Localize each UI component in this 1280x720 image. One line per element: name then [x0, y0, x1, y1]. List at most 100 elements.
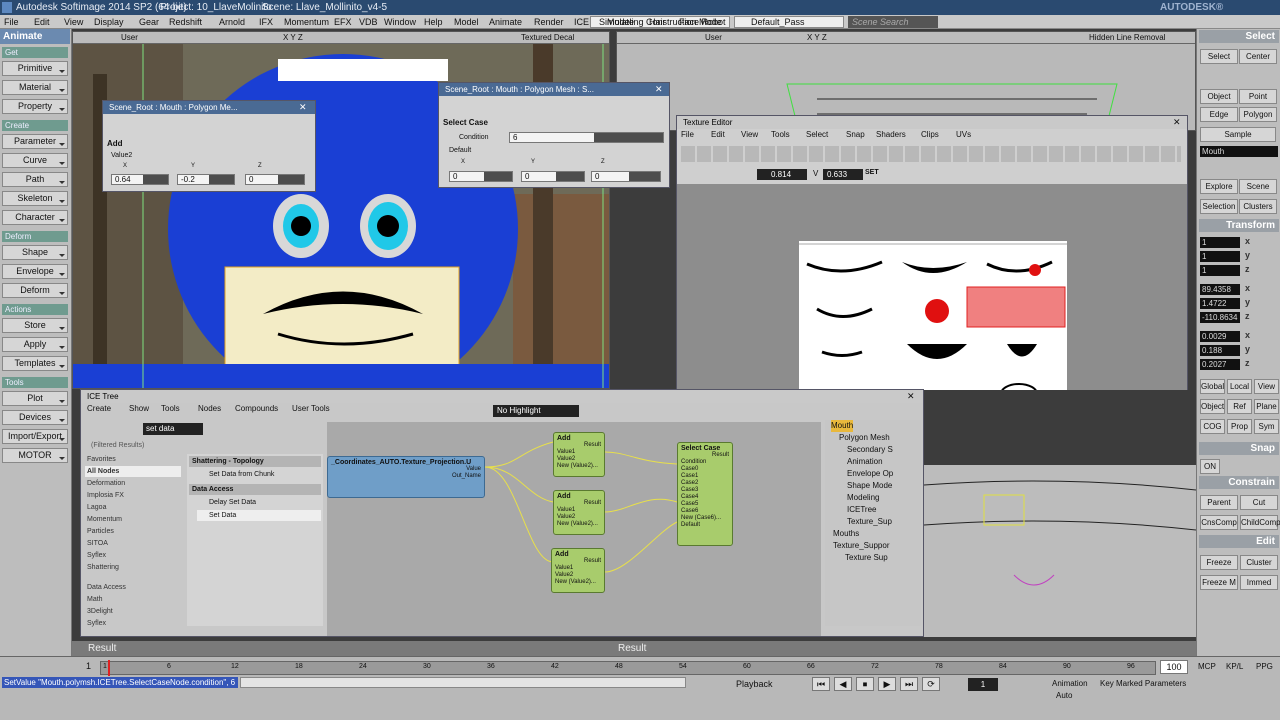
tool-parameter-button[interactable]: Parameter [2, 134, 68, 149]
explorer-item[interactable]: Mouth [831, 420, 854, 432]
add-node[interactable]: Add Result Value1 Value2 New (Value2)... [553, 490, 605, 535]
close-icon[interactable]: ✕ [907, 391, 915, 402]
viewport-b-mode[interactable]: Hidden Line Removal [1089, 32, 1166, 44]
category-item[interactable]: All Nodes [85, 466, 181, 477]
category-item[interactable]: Data Access [85, 582, 181, 593]
menu-edit[interactable]: Edit [34, 15, 50, 29]
texture-toolbar[interactable] [681, 146, 1181, 162]
translation-z-field[interactable]: 0.2027 [1200, 359, 1240, 370]
ice-graph[interactable]: _Coordinates_AUTO.Texture_Projection.U V… [327, 422, 821, 636]
node-item[interactable]: Set Data from Chunk [197, 469, 321, 480]
tool-motor-button[interactable]: MOTOR [2, 448, 68, 463]
select-port[interactable]: Case3 [681, 487, 729, 494]
select-port[interactable]: Case4 [681, 494, 729, 501]
default-x-slider[interactable]: 0 [449, 171, 513, 182]
viewport-a-mode[interactable]: Textured Decal [521, 32, 574, 44]
menu-hair[interactable]: Hair [649, 15, 666, 29]
animation-menu[interactable]: Animation [1052, 679, 1088, 688]
command-line[interactable]: SetValue "Mouth.polymsh.ICETree.SelectCa… [2, 677, 238, 688]
translation-x-field[interactable]: 0.0029 [1200, 331, 1240, 342]
constrain-cnscomp-button[interactable]: CnsComp [1200, 515, 1238, 530]
ice-menu-create[interactable]: Create [87, 404, 111, 413]
value2-port[interactable]: Value2 [557, 456, 601, 463]
select-header[interactable]: Select [1199, 30, 1279, 43]
select-port[interactable]: Case1 [681, 473, 729, 480]
menu-vdb[interactable]: VDB [359, 15, 378, 29]
out-name-port[interactable]: Out_Name [331, 473, 481, 480]
snap-on-toggle[interactable]: ON [1200, 459, 1220, 474]
add-node[interactable]: Add Result Value1 Value2 New (Value2)... [551, 548, 605, 593]
clusters-button[interactable]: Clusters [1239, 199, 1277, 214]
explorer-item[interactable]: ICETree [847, 504, 877, 516]
close-icon[interactable]: ✕ [655, 84, 663, 95]
menu-render[interactable]: Render [534, 15, 564, 29]
menu-animate[interactable]: Animate [489, 15, 522, 29]
edit-freeze-m-button[interactable]: Freeze M [1200, 575, 1238, 590]
category-item[interactable]: Particles [85, 526, 181, 537]
mcp-tab[interactable]: MCP [1198, 662, 1216, 671]
set-button[interactable]: SET [865, 169, 879, 176]
highlight-select[interactable]: No Highlight [493, 405, 579, 417]
add-dialog-title[interactable]: Scene_Root : Mouth : Polygon Me... [103, 101, 315, 114]
pass-select[interactable]: Default_Pass [734, 16, 844, 28]
menu-display[interactable]: Display [94, 15, 124, 29]
menu-file[interactable]: File [4, 15, 19, 29]
select-port[interactable]: Case0 [681, 466, 729, 473]
rotation-x-field[interactable]: 89.4358 [1200, 284, 1240, 295]
tool-devices-button[interactable]: Devices [2, 410, 68, 425]
transform-header[interactable]: Transform [1199, 219, 1279, 232]
new-value-port[interactable]: New (Value2)... [557, 463, 601, 470]
result-port[interactable]: Result [681, 452, 729, 459]
node-item[interactable]: Set Data [197, 510, 321, 521]
current-frame-field[interactable]: 1 [968, 678, 998, 691]
tool-skeleton-button[interactable]: Skeleton [2, 191, 68, 206]
rotation-z-field[interactable]: -110.8634 [1200, 312, 1240, 323]
edit-cluster-button[interactable]: Cluster [1240, 555, 1278, 570]
viewport-b-lower[interactable] [923, 465, 1197, 637]
coord-cog-button[interactable]: COG [1200, 419, 1225, 434]
tex-menu-snap[interactable]: Snap [846, 130, 865, 139]
select-port[interactable]: Condition [681, 459, 729, 466]
tool-property-button[interactable]: Property [2, 99, 68, 114]
tex-menu-clips[interactable]: Clips [921, 130, 939, 139]
explorer-item[interactable]: Polygon Mesh [839, 432, 890, 444]
explorer-item[interactable]: Secondary S [847, 444, 893, 456]
new-value-port[interactable]: New (Value2)... [555, 579, 601, 586]
value2-y-slider[interactable]: -0.2 [177, 174, 235, 185]
menu-efx[interactable]: EFX [334, 15, 352, 29]
default-y-slider[interactable]: 0 [521, 171, 585, 182]
condition-slider[interactable]: 6 [509, 132, 664, 143]
playback-menu[interactable]: Playback [736, 679, 773, 689]
constrain-parent-button[interactable]: Parent [1200, 495, 1238, 510]
category-item[interactable]: Implosia FX [85, 490, 181, 501]
value2-z-slider[interactable]: 0 [245, 174, 305, 185]
explorer-item[interactable]: Envelope Op [847, 468, 893, 480]
coord-plane-button[interactable]: Plane [1254, 399, 1279, 414]
command-input[interactable] [240, 677, 686, 688]
menu-view[interactable]: View [64, 15, 83, 29]
explore-button[interactable]: Explore [1200, 179, 1238, 194]
menu-window[interactable]: Window [384, 15, 416, 29]
tool-curve-button[interactable]: Curve [2, 153, 68, 168]
menu-help[interactable]: Help [424, 15, 443, 29]
edge-button[interactable]: Edge [1200, 107, 1238, 122]
tool-envelope-button[interactable]: Envelope [2, 264, 68, 279]
tex-menu-file[interactable]: File [681, 130, 694, 139]
constrain-cut-button[interactable]: Cut [1240, 495, 1278, 510]
explorer-item[interactable]: Modeling [847, 492, 879, 504]
timeline-track[interactable]: 1 6 12 18 24 30 36 42 48 54 60 66 72 78 84 90 96 [100, 661, 1156, 675]
center-button[interactable]: Center [1239, 49, 1277, 64]
coord-ref-button[interactable]: Ref [1227, 399, 1252, 414]
menu-simulate[interactable]: Simulate [599, 15, 634, 29]
result-port[interactable]: Result [557, 500, 601, 507]
scene-search-input[interactable]: Scene Search [848, 16, 938, 28]
explorer-item[interactable]: Mouths [833, 528, 859, 540]
selection-button[interactable]: Selection [1200, 199, 1238, 214]
menu-model[interactable]: Model [454, 15, 479, 29]
select-button[interactable]: Select [1200, 49, 1238, 64]
select-port[interactable]: Default [681, 522, 729, 529]
category-item[interactable]: SITOA [85, 538, 181, 549]
category-item[interactable]: Syflex [85, 618, 181, 629]
polygon-button[interactable]: Polygon [1239, 107, 1277, 122]
select-port[interactable]: Case5 [681, 501, 729, 508]
